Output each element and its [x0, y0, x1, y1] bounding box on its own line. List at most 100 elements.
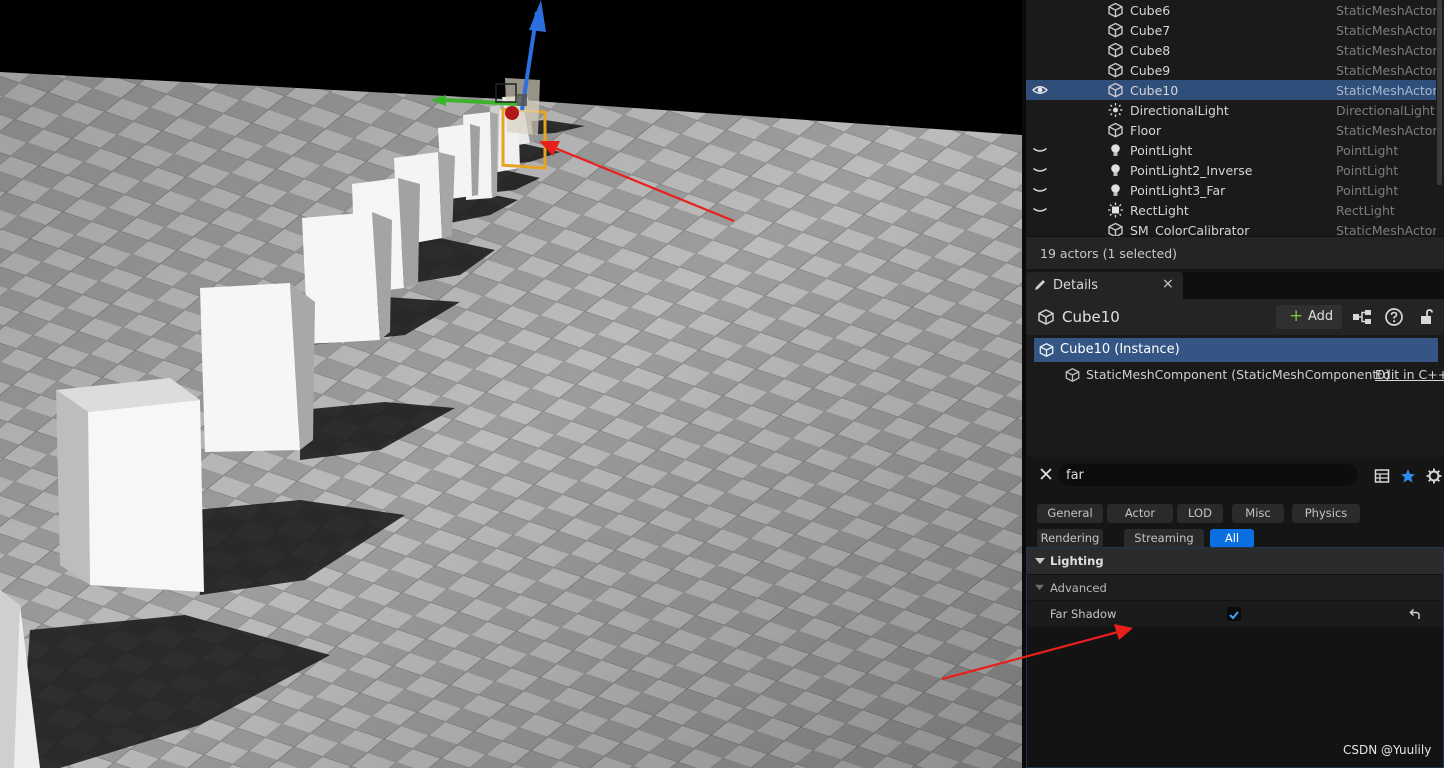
component-root-instance[interactable]: Cube10 (Instance) — [1034, 338, 1438, 362]
component-child-label: StaticMeshComponent (StaticMeshComponent… — [1086, 367, 1391, 382]
static-mesh-icon — [1108, 2, 1123, 18]
outliner-row-floor[interactable]: Floor StaticMeshActor — [1026, 120, 1436, 140]
favorites-star-icon[interactable] — [1400, 468, 1416, 484]
static-mesh-icon — [1108, 122, 1123, 138]
search-field-box[interactable] — [1058, 464, 1358, 486]
outliner-item-type: DirectionalLight — [1336, 103, 1435, 118]
filter-physics[interactable]: Physics — [1292, 504, 1360, 523]
static-mesh-icon — [1108, 42, 1123, 58]
add-component-button[interactable]: + Add — [1276, 305, 1342, 329]
pencil-icon — [1035, 280, 1045, 290]
outliner-item-name: PointLight3_Far — [1130, 183, 1226, 198]
outliner-row-pointlight2-inverse[interactable]: PointLight2_Inverse PointLight — [1026, 160, 1436, 180]
rect-light-icon — [1108, 202, 1123, 218]
static-mesh-icon — [1108, 82, 1123, 98]
outliner-item-type: PointLight — [1336, 143, 1399, 158]
filter-general[interactable]: General — [1037, 504, 1103, 523]
subcategory-advanced[interactable]: Advanced — [1027, 575, 1443, 600]
outliner-item-name: PointLight2_Inverse — [1130, 163, 1253, 178]
gear-icon[interactable] — [1426, 468, 1442, 484]
filter-misc[interactable]: Misc — [1232, 504, 1284, 523]
directional-light-icon — [1108, 103, 1123, 117]
reset-to-default-icon[interactable] — [1408, 607, 1422, 621]
point-light-icon — [1111, 184, 1120, 196]
outliner-item-type: StaticMeshActor — [1336, 83, 1436, 98]
outliner-item-name: Cube7 — [1130, 23, 1171, 38]
filter-actor[interactable]: Actor — [1107, 504, 1173, 523]
viewport-scene — [0, 0, 1022, 768]
property-far-shadow: Far Shadow — [1027, 601, 1443, 627]
outliner-item-type: StaticMeshActor — [1336, 63, 1436, 78]
tab-details[interactable]: Details × — [1026, 272, 1183, 299]
details-panel: Details × Cube10 + Add Cube10 (Instance)… — [1026, 272, 1444, 768]
outliner-item-name: Cube8 — [1130, 43, 1171, 58]
category-lighting[interactable]: Lighting — [1027, 548, 1443, 574]
outliner-item-type: RectLight — [1336, 203, 1395, 218]
outliner-item-type: StaticMeshActor — [1336, 23, 1436, 38]
filter-rendering[interactable]: Rendering — [1037, 529, 1103, 548]
outliner-item-name: DirectionalLight — [1130, 103, 1229, 118]
eye-closed-icon[interactable] — [1032, 182, 1048, 198]
eye-closed-icon[interactable] — [1032, 162, 1048, 178]
outliner-row-cube8[interactable]: Cube8 StaticMeshActor — [1026, 40, 1436, 60]
component-root-label: Cube10 (Instance) — [1060, 342, 1180, 357]
outliner-item-name: Floor — [1130, 123, 1162, 138]
outliner-item-type: StaticMeshActor — [1336, 123, 1436, 138]
level-viewport[interactable] — [0, 0, 1022, 768]
component-tree: Cube10 (Instance) StaticMeshComponent (S… — [1026, 335, 1444, 457]
outliner-item-type: PointLight — [1336, 163, 1399, 178]
outliner-row-cube9[interactable]: Cube9 StaticMeshActor — [1026, 60, 1436, 80]
actor-name[interactable]: Cube10 — [1062, 308, 1120, 326]
clear-search-icon[interactable] — [1038, 466, 1054, 482]
details-tab-bar: Details × — [1026, 272, 1444, 299]
filter-all[interactable]: All — [1210, 529, 1254, 548]
static-mesh-icon — [1038, 309, 1054, 325]
checkmark-icon — [1229, 611, 1239, 620]
property-matrix-icon[interactable] — [1374, 468, 1390, 484]
filter-lod[interactable]: LOD — [1177, 504, 1223, 523]
outliner-item-type: PointLight — [1336, 183, 1399, 198]
outliner-row-pointlight3-far[interactable]: PointLight3_Far PointLight — [1026, 180, 1436, 200]
outliner-item-type: StaticMeshActor — [1336, 43, 1436, 58]
outliner-row-cube6[interactable]: Cube6 StaticMeshActor — [1026, 0, 1436, 20]
point-light-icon — [1111, 144, 1120, 156]
outliner-row-cube7[interactable]: Cube7 StaticMeshActor — [1026, 20, 1436, 40]
outliner-row-cube10[interactable]: Cube10 StaticMeshActor — [1026, 80, 1436, 100]
watermark: CSDN @Yuulily — [1343, 743, 1432, 757]
tab-details-label: Details — [1053, 278, 1099, 293]
outliner-row-pointlight[interactable]: PointLight PointLight — [1026, 140, 1436, 160]
outliner-row-directionallight[interactable]: DirectionalLight DirectionalLight — [1026, 100, 1436, 120]
eye-icon[interactable] — [1032, 82, 1048, 98]
eye-closed-icon[interactable] — [1032, 142, 1048, 158]
far-shadow-checkbox[interactable] — [1227, 607, 1241, 621]
subcategory-advanced-label: Advanced — [1050, 581, 1107, 595]
outliner-scrollbar[interactable] — [1437, 0, 1442, 185]
lock-icon[interactable] — [1414, 305, 1438, 329]
blueprint-icon[interactable] — [1350, 305, 1374, 329]
static-mesh-icon — [1039, 343, 1054, 357]
eye-closed-icon[interactable] — [1032, 202, 1048, 218]
far-shadow-label: Far Shadow — [1050, 607, 1117, 621]
add-button-label: Add — [1308, 309, 1334, 324]
outliner-row-rectlight[interactable]: RectLight RectLight — [1026, 200, 1436, 220]
details-search-input[interactable] — [1066, 466, 1346, 484]
close-icon[interactable]: × — [1162, 276, 1174, 292]
actor-header: Cube10 + Add — [1026, 299, 1444, 335]
outliner-footer: 19 actors (1 selected) — [1026, 236, 1444, 269]
static-mesh-icon — [1108, 22, 1123, 38]
collapse-arrow-icon — [1035, 584, 1044, 591]
outliner-item-name: Cube9 — [1130, 63, 1171, 78]
outliner-item-name: Cube6 — [1130, 3, 1171, 18]
world-outliner: Cube6 StaticMeshActor Cube7 StaticMeshActor… — [1026, 0, 1444, 269]
property-list: Lighting Advanced Far Shadow — [1026, 547, 1444, 768]
outliner-item-name: PointLight — [1130, 143, 1193, 158]
point-light-icon — [1111, 164, 1120, 176]
plus-icon: + — [1289, 306, 1304, 326]
edit-in-cpp-link[interactable]: Edit in C++ — [1375, 367, 1444, 382]
actor-count: 19 actors (1 selected) — [1040, 246, 1178, 261]
filter-streaming[interactable]: Streaming — [1124, 529, 1204, 548]
component-static-mesh[interactable]: StaticMeshComponent (StaticMeshComponent… — [1062, 364, 1444, 386]
help-icon[interactable] — [1382, 305, 1406, 329]
static-mesh-component-icon — [1065, 368, 1080, 382]
category-lighting-label: Lighting — [1050, 554, 1104, 568]
